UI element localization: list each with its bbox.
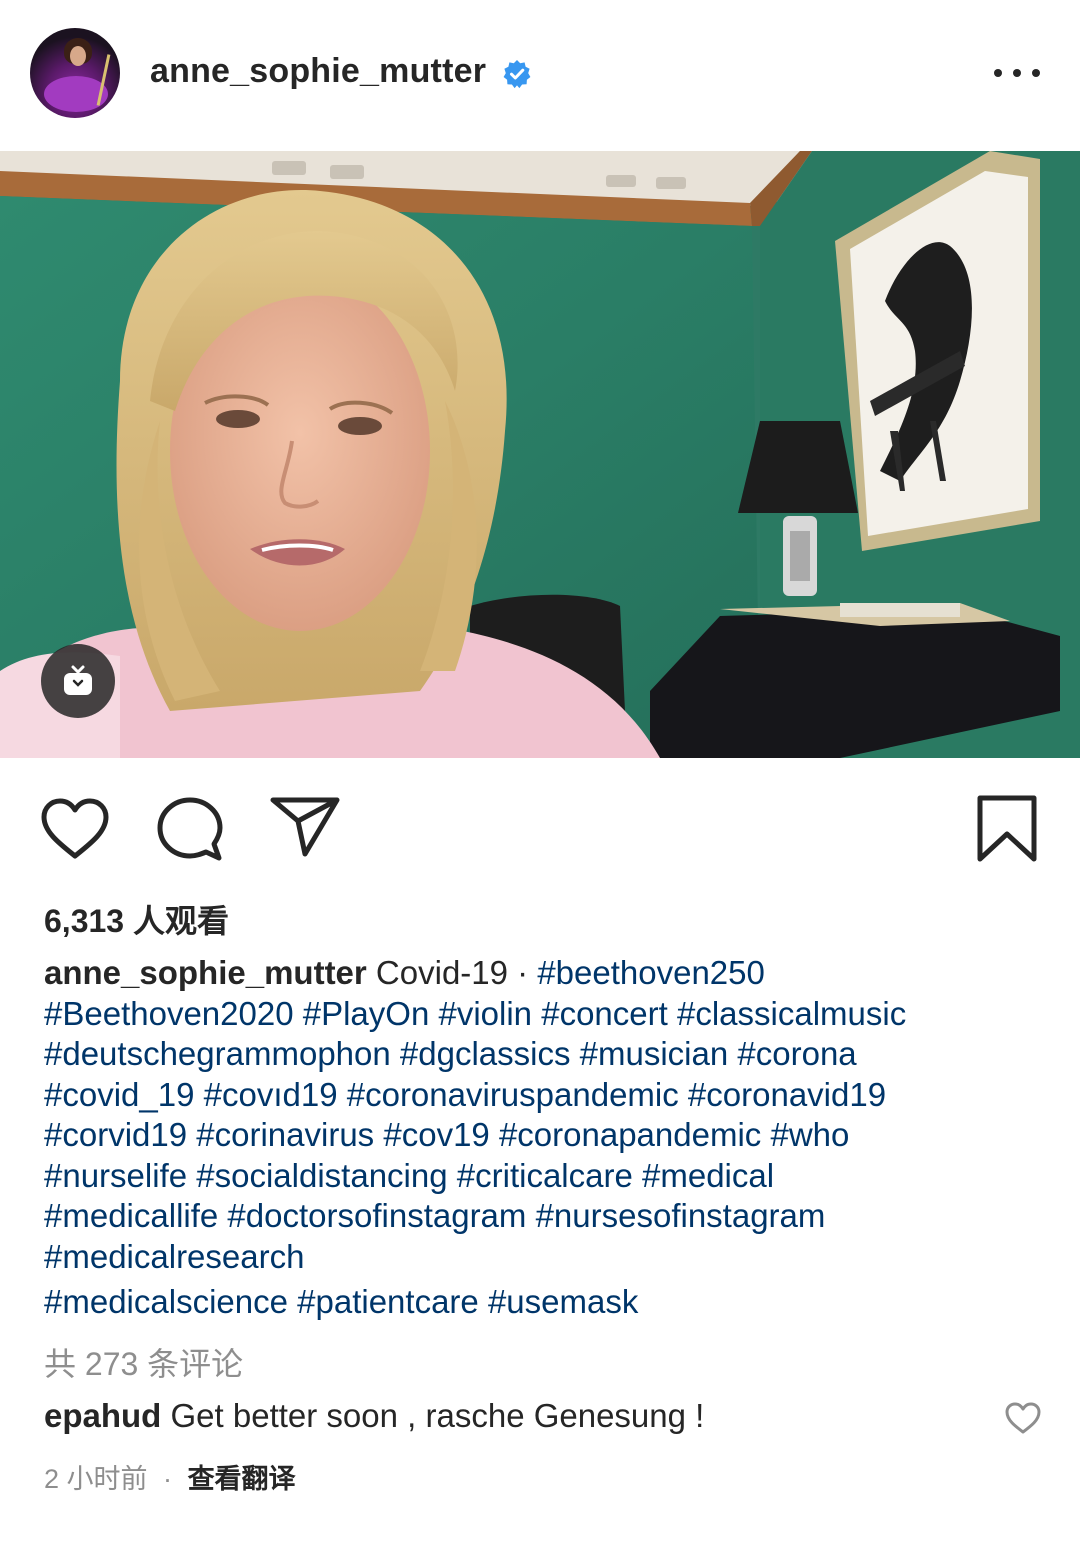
paper-plane-icon[interactable] xyxy=(270,796,340,858)
hashtag[interactable]: #Beethoven2020 xyxy=(44,995,294,1032)
hashtag[interactable]: #coronapandemic xyxy=(499,1116,761,1153)
comment-username[interactable]: epahud xyxy=(44,1397,161,1434)
bookmark-icon[interactable] xyxy=(976,794,1038,864)
heart-icon[interactable] xyxy=(1004,1401,1042,1435)
verified-badge-icon xyxy=(503,60,531,89)
caption-line: #nurselife #socialdistancing #criticalca… xyxy=(44,1156,1044,1197)
hashtag[interactable]: #usemask xyxy=(488,1283,638,1320)
hashtag[interactable]: #musician xyxy=(580,1035,729,1072)
comment-item: epahud Get better soon , rasche Genesung… xyxy=(44,1397,704,1435)
hashtag[interactable]: #concert xyxy=(541,995,668,1032)
hashtag[interactable]: #corvid19 xyxy=(44,1116,187,1153)
video-frame xyxy=(0,151,1080,758)
hashtag[interactable]: #dgclassics xyxy=(400,1035,571,1072)
hashtag[interactable]: #coronaviruspandemic xyxy=(347,1076,679,1113)
hashtag[interactable]: #cov19 xyxy=(383,1116,489,1153)
comment-text: Get better soon , rasche Genesung ! xyxy=(170,1397,705,1434)
caption-line: #medicalscience #patientcare #usemask xyxy=(44,1282,1044,1323)
hashtag[interactable]: #coronavid19 xyxy=(688,1076,886,1113)
caption-line: #corvid19 #corinavirus #cov19 #coronapan… xyxy=(44,1115,1044,1156)
hashtag[interactable]: #beethoven250 xyxy=(537,954,765,991)
caption-line: #covid_19 #covıd19 #coronaviruspandemic … xyxy=(44,1075,1044,1116)
see-translation-link[interactable]: 查看翻译 xyxy=(188,1464,296,1494)
igtv-badge[interactable] xyxy=(41,644,115,718)
meta-separator: · xyxy=(163,1464,173,1494)
igtv-icon xyxy=(64,665,92,695)
hashtag[interactable]: #PlayOn xyxy=(303,995,430,1032)
hashtag[interactable]: #medicallife xyxy=(44,1197,218,1234)
caption-text: Covid-19 · xyxy=(375,954,538,991)
hashtag[interactable]: #doctorsofinstagram xyxy=(227,1197,526,1234)
hashtag[interactable]: #violin xyxy=(438,995,532,1032)
hashtag[interactable]: #corona xyxy=(737,1035,856,1072)
caption-line: #medicallife #doctorsofinstagram #nurses… xyxy=(44,1196,1044,1237)
hashtag[interactable]: #nursesofinstagram xyxy=(536,1197,826,1234)
hashtag[interactable]: #nurselife xyxy=(44,1157,187,1194)
caption-first-line: anne_sophie_mutter Covid-19 · #beethoven… xyxy=(44,953,1044,994)
hashtag[interactable]: #deutschegrammophon xyxy=(44,1035,391,1072)
caption: anne_sophie_mutter Covid-19 · #beethoven… xyxy=(44,953,1044,1323)
hashtag[interactable]: #patientcare xyxy=(297,1283,479,1320)
hashtag[interactable]: #who xyxy=(770,1116,849,1153)
caption-line: #medicalresearch xyxy=(44,1237,1044,1278)
views-count: 6,313 人观看 xyxy=(44,903,229,939)
hashtag[interactable]: #socialdistancing xyxy=(196,1157,447,1194)
comment-time: 2 小时前 xyxy=(44,1464,148,1494)
view-all-comments-link[interactable]: 共 273 条评论 xyxy=(44,1339,243,1385)
comment-meta: 2 小时前 · 查看翻译 xyxy=(44,1457,296,1496)
post-username[interactable]: anne_sophie_mutter xyxy=(150,52,486,91)
video-player[interactable] xyxy=(0,151,1080,758)
caption-username[interactable]: anne_sophie_mutter xyxy=(44,954,367,991)
hashtag[interactable]: #classicalmusic xyxy=(677,995,906,1032)
post-header: anne_sophie_mutter xyxy=(0,0,1080,150)
hashtag[interactable]: #covıd19 xyxy=(204,1076,338,1113)
hashtag[interactable]: #criticalcare xyxy=(457,1157,633,1194)
comment-icon[interactable] xyxy=(156,796,224,864)
caption-line: #Beethoven2020 #PlayOn #violin #concert … xyxy=(44,994,1044,1035)
hashtag[interactable]: #corinavirus xyxy=(196,1116,374,1153)
hashtag[interactable]: #covid_19 xyxy=(44,1076,194,1113)
heart-icon[interactable] xyxy=(40,798,110,860)
hashtag[interactable]: #medical xyxy=(642,1157,774,1194)
action-bar xyxy=(0,790,1080,870)
avatar[interactable] xyxy=(30,28,120,118)
hashtag[interactable]: #medicalresearch xyxy=(44,1238,304,1275)
hashtag[interactable]: #medicalscience xyxy=(44,1283,288,1320)
more-options-icon[interactable] xyxy=(994,58,1040,88)
caption-line: #deutschegrammophon #dgclassics #musicia… xyxy=(44,1034,1044,1075)
